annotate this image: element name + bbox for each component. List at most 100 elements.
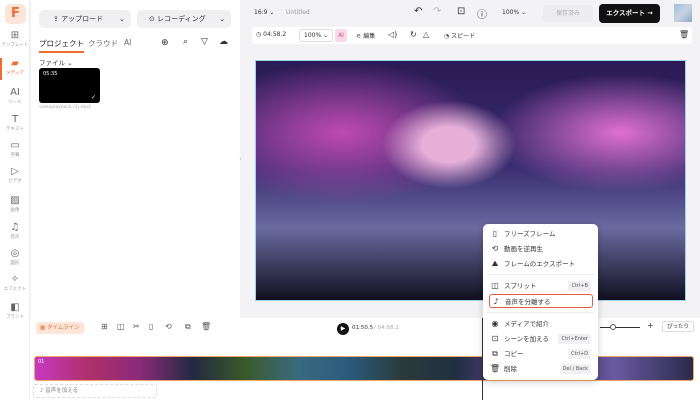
sidebar-item-0[interactable]: ⊞ テンプレート	[0, 30, 30, 48]
tab-project[interactable]: プロジェクト	[39, 38, 84, 53]
filter-icon[interactable]: ▽	[201, 37, 208, 47]
flip-icon[interactable]: △	[423, 30, 429, 39]
upload-label: アップロード	[61, 15, 104, 23]
sidebar-item-10[interactable]: ◧ ブランド	[0, 302, 30, 320]
timeline-button[interactable]: ▦ タイムライン	[36, 322, 84, 334]
menu-item[interactable]: ⊡ シーンを加える Ctrl+Enter	[489, 332, 593, 346]
redo-icon[interactable]: ↷	[433, 6, 441, 17]
video-icon: ▷	[11, 166, 19, 177]
fit-button[interactable]: ぴったり	[662, 321, 695, 332]
media-thumbnail[interactable]: 05:35 ✓	[39, 68, 100, 103]
rotate-icon[interactable]: ↻	[410, 30, 417, 39]
reverse-icon: ⟲	[491, 244, 499, 253]
effect-icon: ✧	[10, 274, 20, 285]
sidebar-item-7[interactable]: ♫ 音声	[0, 222, 30, 240]
current-time: 01:50.5	[352, 325, 374, 331]
sidebar-item-label: ビデオ	[8, 179, 22, 184]
search-icon[interactable]: ⌕	[183, 37, 188, 47]
subtitle-icon: ▭	[10, 140, 20, 151]
sidebar: F ⊞ テンプレート ▰ メディア AI ツール T テキスト ▭ 字幕 ▷ ビデオ ▨ 画像 ♫ 音声 ◎ 図形…	[0, 0, 30, 400]
ai-tool-icon: AI	[10, 87, 20, 98]
app-logo: F	[5, 4, 26, 24]
menu-item-label: 削除	[504, 365, 517, 373]
add-audio-label: 音声を加える	[45, 388, 79, 394]
menu-item[interactable]: 🗑 削除 Del / Back	[489, 362, 593, 376]
video-preview[interactable]	[255, 60, 686, 301]
sidebar-item-label: 音声	[10, 235, 20, 240]
help-icon[interactable]: ⓘ	[477, 6, 487, 21]
menu-item[interactable]: ◉ メディアで紹介	[489, 317, 593, 331]
saved-button[interactable]: 保存済み	[543, 5, 593, 22]
copy-icon[interactable]: ⧉	[185, 322, 191, 332]
location-icon: ◉	[491, 319, 499, 328]
video-toolbar: ◷ 04:58.2 100% ⌄ AI ⚟ 編集 ◁) ↻ △ ◔ スピード 🗑	[252, 27, 692, 44]
shortcut-badge: Ctrl+D	[568, 349, 591, 359]
sidebar-item-3[interactable]: T テキスト	[0, 114, 30, 132]
new-folder-icon[interactable]: ⊕	[161, 38, 169, 48]
cloud-icon[interactable]: ☁	[219, 37, 228, 47]
sidebar-item-1[interactable]: ▰ メディア	[0, 58, 30, 80]
brand-icon: ◧	[10, 302, 20, 313]
add-icon[interactable]: ⊞	[101, 322, 108, 331]
edit-button[interactable]: ⚟ 編集	[356, 31, 375, 40]
sidebar-item-label: 画像	[10, 208, 20, 213]
sidebar-item-6[interactable]: ▨ 画像	[0, 195, 30, 213]
menu-item[interactable]: ◫ スプリット Ctrl+B	[489, 279, 593, 293]
tab-cloud[interactable]: クラウド	[88, 38, 118, 49]
sidebar-item-5[interactable]: ▷ ビデオ	[0, 166, 30, 184]
ai-button[interactable]: AI	[335, 29, 347, 42]
sidebar-item-2[interactable]: AI ツール	[0, 87, 30, 105]
menu-item[interactable]: ♪ 音声を分離する	[489, 294, 593, 308]
trash-icon[interactable]: 🗑	[201, 322, 211, 331]
reverse-icon[interactable]: ⟲	[165, 322, 172, 331]
project-title[interactable]: Untitled	[286, 9, 310, 16]
avatar[interactable]	[674, 4, 692, 22]
tab-ai[interactable]: AI	[124, 38, 131, 47]
play-button[interactable]: ▶	[337, 323, 349, 335]
sidebar-item-8[interactable]: ◎ 図形	[0, 248, 30, 266]
menu-item[interactable]: ⛰ フレームのエクスポート	[489, 257, 593, 271]
collapse-panel-handle[interactable]: ›	[239, 155, 242, 163]
template-icon: ⊞	[10, 30, 20, 41]
export-button[interactable]: エクスポート →	[599, 4, 660, 23]
screenshot-icon[interactable]: ⊡	[457, 6, 465, 17]
check-icon: ✓	[90, 94, 96, 101]
menu-item[interactable]: ⟲ 動画を逆再生	[489, 242, 593, 256]
undo-icon[interactable]: ↶	[414, 6, 422, 17]
menu-item[interactable]: ⧉ コピー Ctrl+D	[489, 347, 593, 361]
speed-button[interactable]: ◔ スピード	[444, 31, 475, 40]
menu-item-label: フレームのエクスポート	[504, 260, 576, 268]
record-icon: ⊙	[149, 15, 155, 23]
sidebar-item-4[interactable]: ▭ 字幕	[0, 140, 30, 158]
aspect-ratio-dropdown[interactable]: 16:9 ⌄	[254, 9, 274, 16]
top-bar: 16:9 ⌄ Untitled ↶ ↷ ⊡ ⓘ 100% ⌄ 保存済み エクスポ…	[240, 0, 700, 26]
scale-dropdown[interactable]: 100% ⌄	[299, 29, 334, 42]
duration-display: ◷ 04:58.2	[256, 31, 287, 38]
zoom-slider-handle[interactable]	[610, 324, 616, 330]
freeze-icon[interactable]: ▯	[149, 322, 153, 331]
zoom-slider[interactable]	[600, 327, 640, 328]
shape-icon: ◎	[10, 248, 20, 259]
volume-icon[interactable]: ◁)	[388, 30, 397, 39]
scissors-icon[interactable]: ✂	[133, 322, 140, 331]
sidebar-item-label: テンプレート	[1, 43, 29, 48]
trash-icon: 🗑	[489, 364, 501, 373]
upload-icon: ⇪	[53, 15, 59, 23]
zoom-label: 100%	[502, 9, 520, 16]
upload-button[interactable]: ⇪ アップロード ⌄	[39, 10, 131, 28]
zoom-in-icon[interactable]: +	[647, 321, 654, 330]
zoom-dropdown[interactable]: 100% ⌄	[502, 9, 526, 16]
trash-icon[interactable]: 🗑	[679, 30, 689, 39]
add-audio-track[interactable]: ♪ 音声を加える	[33, 384, 157, 398]
shortcut-badge: Ctrl+Enter	[558, 334, 591, 344]
sidebar-item-label: 図形	[10, 261, 20, 266]
files-dropdown[interactable]: ファイル ⌄	[39, 57, 73, 67]
recording-button[interactable]: ⊙ レコーディング ⌄	[137, 10, 231, 28]
menu-item-label: メディアで紹介	[504, 320, 550, 328]
text-icon: T	[11, 114, 19, 125]
chevron-down-icon[interactable]: ⌄	[119, 10, 125, 28]
menu-item[interactable]: ▯ フリーズフレーム	[489, 227, 593, 241]
sidebar-item-9[interactable]: ✧ エフェクト	[0, 274, 30, 292]
menu-item-label: コピー	[504, 350, 524, 358]
split-icon[interactable]: ◫	[117, 322, 125, 331]
